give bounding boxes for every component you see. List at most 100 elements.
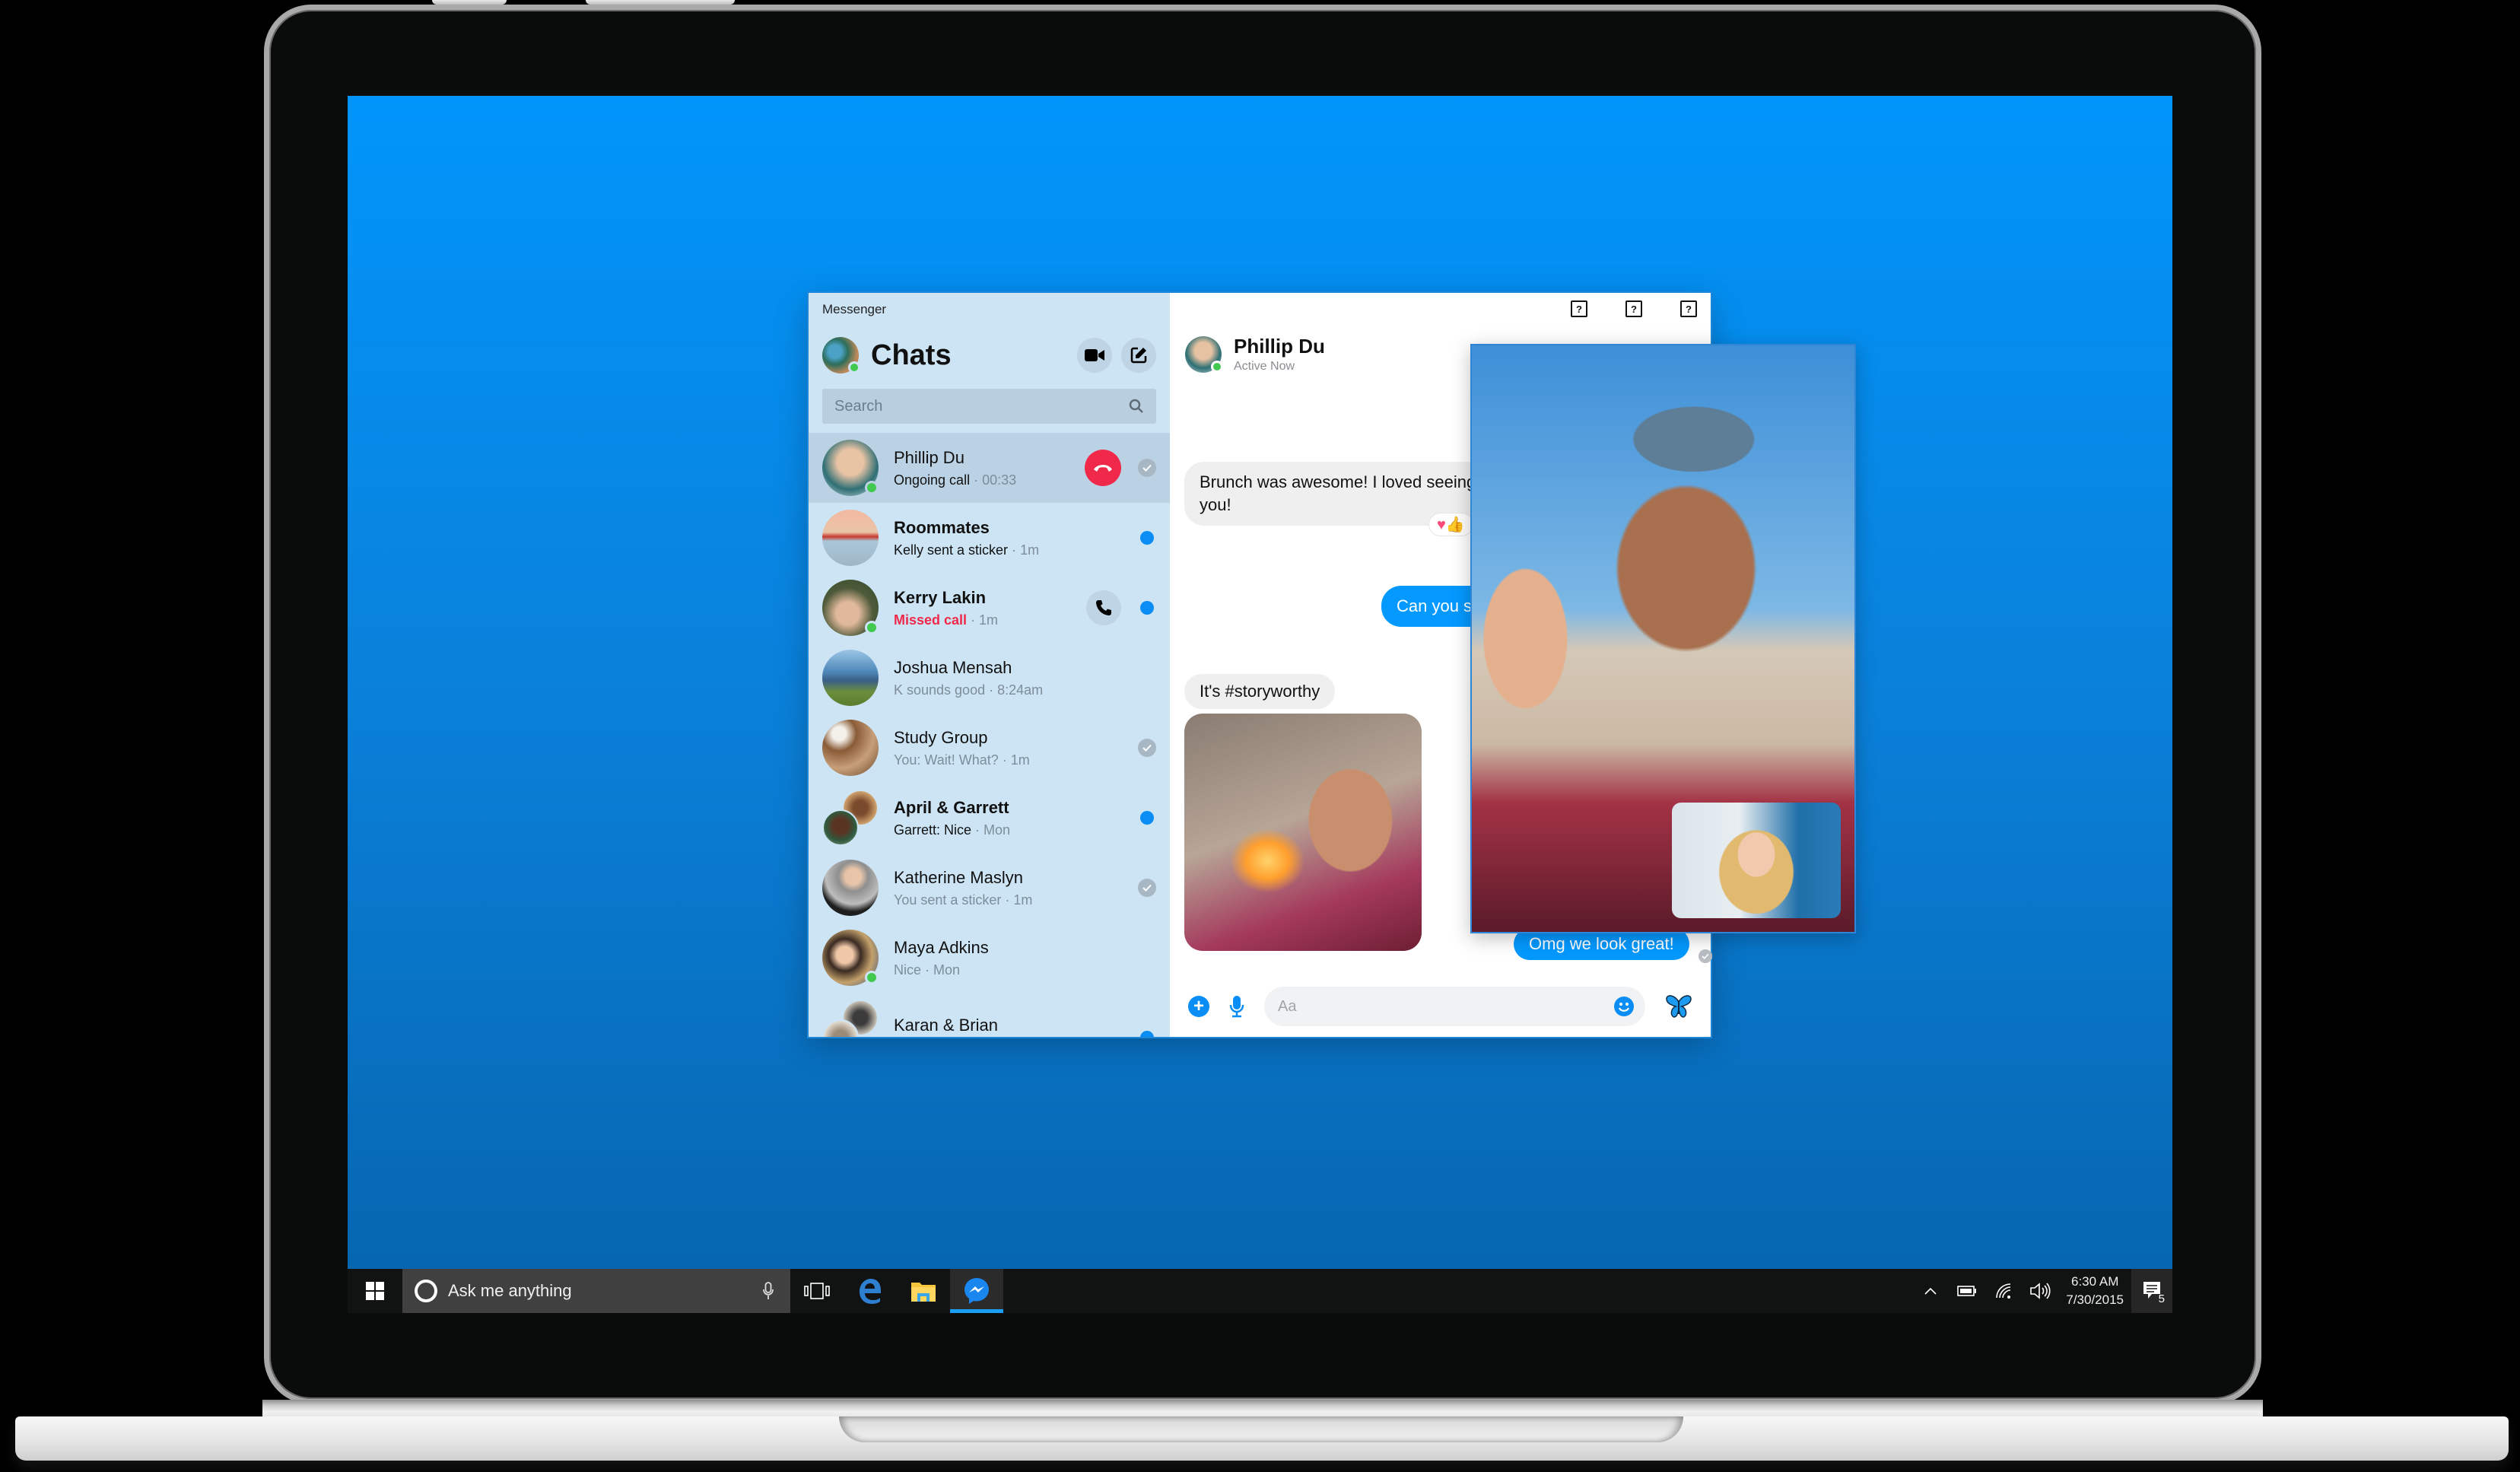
laptop-lid-notch bbox=[839, 1416, 1683, 1442]
folder-icon bbox=[911, 1283, 936, 1302]
chat-item[interactable]: Kerry Lakin Missed call · 1m bbox=[809, 573, 1170, 643]
avatar bbox=[822, 580, 879, 636]
contact-name[interactable]: Phillip Du bbox=[1234, 335, 1325, 358]
butterfly-icon[interactable] bbox=[1665, 994, 1692, 1019]
read-receipt-icon bbox=[1138, 459, 1156, 477]
call-back-button[interactable] bbox=[1086, 590, 1121, 625]
battery-button[interactable] bbox=[1949, 1286, 1985, 1296]
window-controls: ? ? ? bbox=[1571, 300, 1697, 317]
video-call-window[interactable] bbox=[1470, 344, 1856, 933]
volume-button[interactable] bbox=[2022, 1282, 2058, 1300]
chat-preview: Garrett: Nice bbox=[894, 822, 972, 838]
online-indicator bbox=[865, 621, 879, 634]
chat-item[interactable]: April & Garrett Garrett: Nice · Mon bbox=[809, 783, 1170, 853]
chats-header: Chats bbox=[809, 323, 1170, 378]
message-reactions[interactable]: ♥👍 bbox=[1428, 513, 1473, 536]
task-view-button[interactable] bbox=[790, 1269, 844, 1313]
new-video-call-button[interactable] bbox=[1077, 338, 1112, 373]
hang-up-icon bbox=[1094, 465, 1112, 472]
composer: + Aa bbox=[1170, 976, 1711, 1037]
taskbar-app-messenger[interactable] bbox=[950, 1269, 1003, 1313]
chat-item[interactable]: Maya Adkins Nice · Mon bbox=[809, 923, 1170, 993]
end-call-button[interactable] bbox=[1085, 450, 1121, 486]
clock-time: 6:30 AM bbox=[2070, 1274, 2119, 1289]
chat-time: 1m bbox=[1010, 752, 1030, 768]
add-attachment-button[interactable]: + bbox=[1188, 996, 1209, 1017]
system-tray: 6:30 AM 7/30/2015 5 bbox=[1912, 1269, 2172, 1313]
photo-message[interactable] bbox=[1184, 714, 1422, 951]
chat-item[interactable]: Katherine Maslyn You sent a sticker · 1m bbox=[809, 853, 1170, 923]
new-message-button[interactable] bbox=[1121, 338, 1156, 373]
search-input[interactable]: Search bbox=[822, 389, 1156, 424]
microphone-icon[interactable] bbox=[1229, 995, 1244, 1018]
avatar bbox=[822, 510, 879, 566]
chat-preview: K sounds good bbox=[894, 682, 986, 698]
chat-preview: Ongoing call bbox=[894, 472, 971, 488]
chat-time: Mon bbox=[984, 822, 1011, 838]
start-button[interactable] bbox=[348, 1269, 402, 1313]
chat-time: 1m bbox=[1020, 542, 1040, 558]
edge-icon bbox=[860, 1279, 881, 1304]
taskbar-app-file-explorer[interactable] bbox=[897, 1269, 950, 1313]
unread-indicator bbox=[1140, 601, 1154, 615]
chat-preview: Nice bbox=[894, 962, 922, 978]
unread-indicator bbox=[1140, 531, 1154, 545]
taskbar-app-edge[interactable] bbox=[844, 1269, 897, 1313]
chat-item[interactable]: Karan & Brian bbox=[809, 993, 1170, 1037]
chat-name: Roommates bbox=[894, 517, 990, 537]
messenger-icon bbox=[964, 1278, 989, 1304]
chat-name: Study Group bbox=[894, 727, 988, 747]
action-center-button[interactable]: 5 bbox=[2131, 1269, 2172, 1313]
chat-item[interactable]: Roommates Kelly sent a sticker · 1m bbox=[809, 503, 1170, 573]
clock[interactable]: 6:30 AM 7/30/2015 bbox=[2058, 1273, 2131, 1309]
battery-icon bbox=[1957, 1286, 1977, 1296]
online-indicator bbox=[865, 481, 879, 494]
network-button[interactable] bbox=[1985, 1283, 2022, 1299]
chat-time: Mon bbox=[933, 962, 961, 978]
microphone-icon[interactable] bbox=[763, 1282, 774, 1300]
minimize-button[interactable]: ? bbox=[1571, 300, 1587, 317]
unread-indicator bbox=[1140, 1031, 1154, 1037]
my-avatar[interactable] bbox=[822, 337, 860, 374]
clock-date: 7/30/2015 bbox=[2066, 1292, 2124, 1307]
online-indicator bbox=[865, 971, 879, 984]
avatar bbox=[822, 720, 879, 776]
message-input[interactable]: Aa bbox=[1264, 987, 1645, 1026]
group-avatar bbox=[822, 1000, 879, 1037]
emoji-icon[interactable] bbox=[1613, 996, 1635, 1017]
self-video-preview[interactable] bbox=[1672, 803, 1841, 918]
chat-preview: Kelly sent a sticker bbox=[894, 542, 1009, 558]
chat-sidebar: Messenger Chats Search Phillip Du Ongoin… bbox=[809, 293, 1170, 1037]
contact-status: Active Now bbox=[1234, 360, 1295, 373]
read-receipt-icon bbox=[1138, 739, 1156, 757]
chat-item[interactable]: Study Group You: Wait! What? · 1m bbox=[809, 713, 1170, 783]
chat-name: Kerry Lakin bbox=[894, 587, 987, 607]
taskbar: Ask me anything 6:30 AM 7/30/2015 5 bbox=[348, 1269, 2172, 1313]
chats-title: Chats bbox=[871, 339, 952, 371]
chat-item[interactable]: Phillip Du Ongoing call · 00:33 bbox=[809, 433, 1170, 503]
cortana-search-box[interactable]: Ask me anything bbox=[402, 1269, 790, 1313]
online-indicator bbox=[848, 361, 860, 374]
group-avatar bbox=[822, 790, 879, 846]
task-view-icon bbox=[804, 1283, 830, 1299]
search-placeholder: Search bbox=[834, 397, 883, 415]
unread-indicator bbox=[1140, 811, 1154, 825]
windows-logo-icon bbox=[366, 1282, 384, 1300]
avatar bbox=[822, 860, 879, 916]
window-title: Messenger bbox=[822, 302, 887, 316]
speaker-icon bbox=[2030, 1283, 2051, 1299]
chat-preview: You: Wait! What? bbox=[894, 752, 999, 768]
chat-name: Maya Adkins bbox=[894, 937, 989, 957]
phone-icon bbox=[1096, 600, 1111, 615]
chat-name: Karan & Brian bbox=[894, 1016, 998, 1035]
message-bubble[interactable]: It's #storyworthy bbox=[1184, 674, 1336, 709]
cortana-placeholder: Ask me anything bbox=[448, 1281, 572, 1300]
chat-item[interactable]: Joshua Mensah K sounds good · 8:24am bbox=[809, 643, 1170, 713]
close-button[interactable]: ? bbox=[1680, 300, 1697, 317]
maximize-button[interactable]: ? bbox=[1625, 300, 1642, 317]
contact-avatar[interactable] bbox=[1185, 335, 1223, 373]
avatar bbox=[822, 650, 879, 706]
read-receipt-icon bbox=[1699, 949, 1712, 963]
wifi-icon bbox=[1996, 1283, 2011, 1299]
show-hidden-icons-button[interactable] bbox=[1912, 1287, 1949, 1295]
